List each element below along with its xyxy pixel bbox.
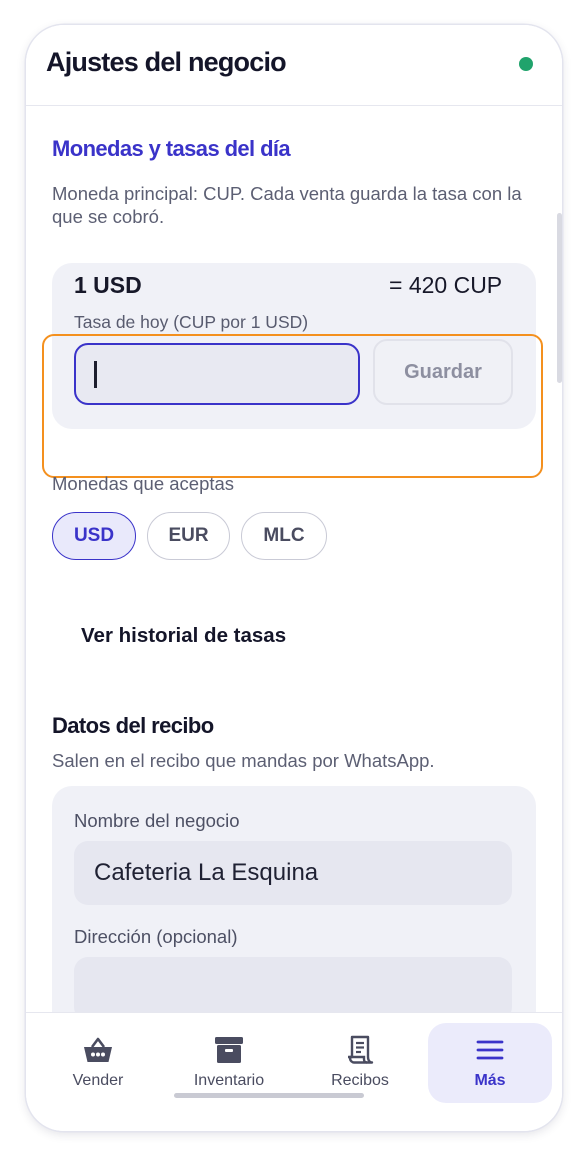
currency-section-description: Moneda principal: CUP. Cada venta guarda…	[52, 183, 522, 227]
receipt-section-description: Salen en el recibo que mandas por WhatsA…	[52, 750, 435, 771]
tab-label: Recibos	[331, 1072, 389, 1089]
receipt-icon	[348, 1035, 374, 1064]
currency-chip-eur[interactable]: EUR	[147, 512, 230, 560]
tab-mas[interactable]: Más	[428, 1023, 552, 1103]
page-title: Ajustes del negocio	[46, 47, 287, 77]
archive-box-icon	[215, 1037, 243, 1063]
tab-label: Vender	[72, 1072, 124, 1089]
app-header: Ajustes del negocio	[26, 25, 562, 106]
tab-label: Inventario	[193, 1072, 265, 1089]
phone-frame: Ajustes del negocio Monedas y tasas del …	[26, 25, 562, 1131]
tab-label: Más	[474, 1072, 506, 1089]
receipt-section-title: Datos del recibo	[52, 713, 214, 738]
highlight-outline	[42, 334, 543, 478]
currency-section-title: Monedas y tasas del día	[52, 136, 291, 161]
business-name-value: Cafeteria La Esquina	[94, 859, 319, 886]
settings-content: Monedas y tasas del día Moneda principal…	[26, 106, 562, 1012]
currency-chip-usd[interactable]: USD	[52, 512, 136, 560]
home-indicator[interactable]	[174, 1093, 364, 1098]
rate-base-currency: 1 USD	[74, 272, 142, 298]
rate-history-link[interactable]: Ver historial de tasas	[81, 624, 286, 648]
tab-vender[interactable]: Vender	[36, 1023, 160, 1103]
address-field[interactable]	[74, 957, 512, 1012]
tab-inventario[interactable]: Inventario	[167, 1023, 291, 1103]
menu-icon	[476, 1040, 504, 1060]
currency-chip-mlc[interactable]: MLC	[241, 512, 327, 560]
rate-input-label: Tasa de hoy (CUP por 1 USD)	[74, 312, 309, 332]
business-name-label: Nombre del negocio	[74, 810, 240, 831]
business-name-field[interactable]: Cafeteria La Esquina	[74, 841, 512, 905]
rate-equivalent: = 420 CUP	[389, 272, 503, 298]
address-label: Dirección (opcional)	[74, 926, 238, 947]
status-dot	[519, 57, 533, 71]
tab-recibos[interactable]: Recibos	[298, 1023, 422, 1103]
bottom-tab-bar: Vender Inventario Recibos Más	[26, 1012, 562, 1131]
basket-icon	[84, 1037, 112, 1062]
accepted-currencies-label: Monedas que aceptas	[52, 473, 235, 494]
